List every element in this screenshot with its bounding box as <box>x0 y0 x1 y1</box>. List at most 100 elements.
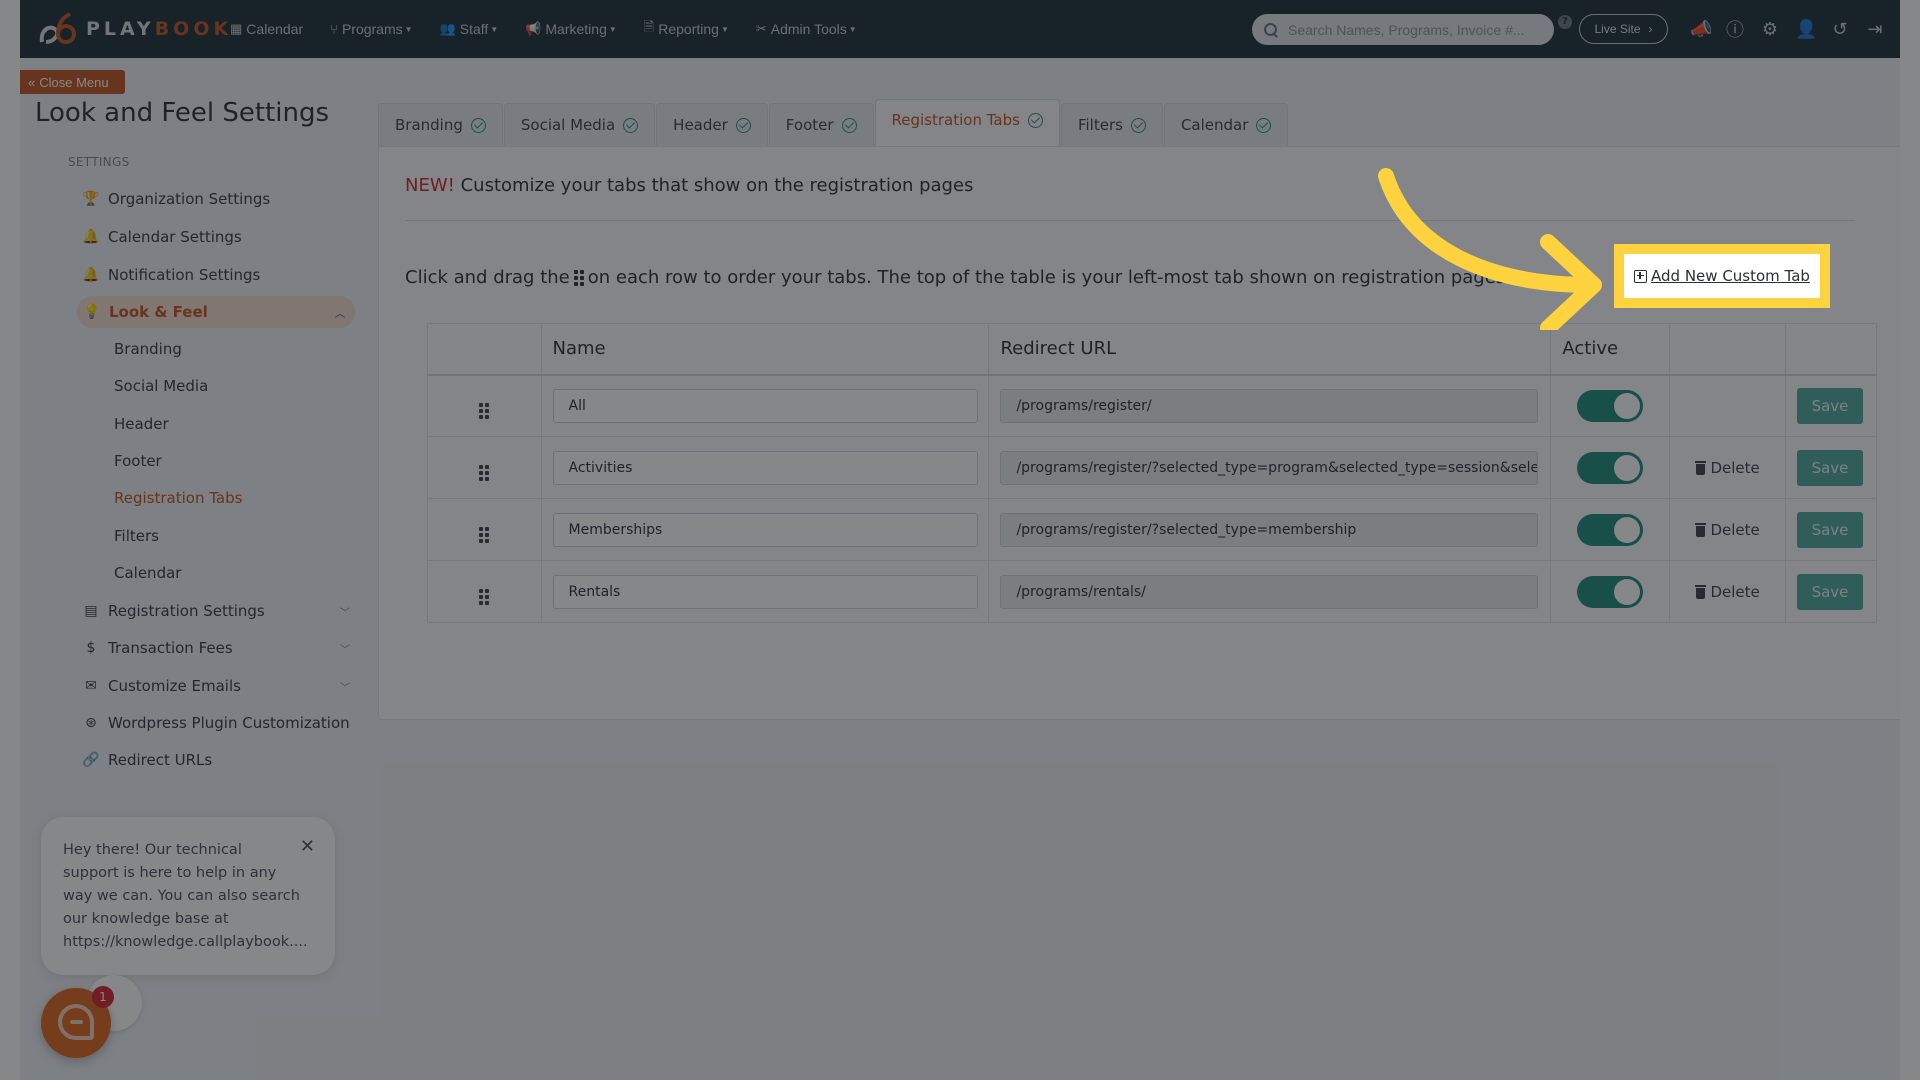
nav-calendar[interactable]: ▦ Calendar <box>230 21 303 37</box>
tab-name-input[interactable] <box>552 388 978 423</box>
tools-icon: ✂ <box>755 21 767 36</box>
branch-icon: ⑂ <box>330 21 338 37</box>
help-icon[interactable]: ⓘ <box>1725 16 1745 42</box>
save-button[interactable]: Save <box>1797 449 1864 486</box>
drag-cell[interactable] <box>427 436 542 499</box>
save-button[interactable]: Save <box>1797 573 1864 610</box>
tab-name-input[interactable] <box>552 450 978 485</box>
check-circle-icon <box>623 117 639 133</box>
announcement-icon[interactable]: 📣 <box>1690 19 1712 40</box>
tab-footer[interactable]: Footer <box>768 103 874 146</box>
search-help-icon[interactable]: ? <box>1558 15 1572 29</box>
chevron-up-icon: ︿ <box>335 308 345 320</box>
live-site-button[interactable]: Live Site › <box>1579 14 1668 44</box>
delete-button[interactable]: Delete <box>1670 521 1785 539</box>
sidebar-item-transaction-fees[interactable]: $ Transaction Fees ﹀ <box>82 633 350 663</box>
active-toggle[interactable] <box>1577 451 1644 484</box>
drag-handle-icon[interactable] <box>479 402 490 419</box>
trash-icon <box>1695 522 1707 537</box>
redirect-url-field[interactable] <box>1000 388 1539 423</box>
column-header-name: Name <box>540 323 990 376</box>
tab-calendar[interactable]: Calendar <box>1163 103 1289 146</box>
nav-programs[interactable]: ⑂ Programs ▼ <box>330 21 412 37</box>
redirect-url-field[interactable] <box>1000 574 1539 609</box>
logout-icon[interactable]: ⇥ <box>1865 19 1885 40</box>
chevron-down-icon: ﹀ <box>340 607 350 619</box>
sidebar-subitem-footer[interactable]: Footer <box>114 452 162 470</box>
close-menu-button[interactable]: « Close Menu <box>20 70 125 94</box>
sidebar-item-customize-emails[interactable]: ✉ Customize Emails ﹀ <box>82 671 350 701</box>
nav-marketing[interactable]: 📢 Marketing ▼ <box>525 21 617 37</box>
support-chat-message[interactable]: Hey there! Our technical support is here… <box>41 817 335 975</box>
sidebar-item-calendar-settings[interactable]: 🔔 Calendar Settings <box>82 222 241 252</box>
redirect-url-field[interactable] <box>1000 450 1539 485</box>
sidebar-subitem-calendar[interactable]: Calendar <box>114 564 181 582</box>
column-header-drag <box>427 323 542 376</box>
drag-cell[interactable] <box>427 498 542 561</box>
header-actions: 📣 ⓘ ⚙ 👤 ↺ ⇥ <box>1690 0 1885 58</box>
gear-icon[interactable]: ⚙ <box>1760 19 1780 40</box>
close-icon[interactable]: ✕ <box>300 835 315 858</box>
drag-handle-icon[interactable] <box>479 588 490 605</box>
save-button[interactable]: Save <box>1797 511 1864 548</box>
tab-social-media[interactable]: Social Media <box>503 103 656 146</box>
sidebar-item-redirect-urls[interactable]: 🔗 Redirect URLs <box>82 745 212 775</box>
drag-cell[interactable] <box>427 374 542 437</box>
history-icon[interactable]: ↺ <box>1830 19 1850 40</box>
tab-name-input[interactable] <box>552 574 978 609</box>
plus-square-icon <box>1634 269 1648 283</box>
active-toggle[interactable] <box>1577 575 1644 608</box>
sidebar-item-registration-settings[interactable]: ▤ Registration Settings ﹀ <box>82 596 350 626</box>
search-input[interactable] <box>1288 21 1538 38</box>
panel-heading: NEW! Customize your tabs that show on th… <box>405 175 974 196</box>
sidebar-item-look-and-feel[interactable]: 💡 Look & Feel ︿ <box>77 296 355 328</box>
lightbulb-icon: 💡 <box>83 304 101 320</box>
tab-filters[interactable]: Filters <box>1060 103 1163 146</box>
sidebar-subitem-social-media[interactable]: Social Media <box>114 377 208 395</box>
nav-staff[interactable]: 👥 Staff ▼ <box>440 21 499 37</box>
nav-reporting[interactable]: 🗎 Reporting ▼ <box>644 18 729 40</box>
chevron-down-icon: ▼ <box>720 24 729 34</box>
table-row: Delete Save <box>427 498 1877 561</box>
users-icon: 👥 <box>439 21 456 36</box>
chevron-down-icon: ▼ <box>404 24 413 34</box>
save-button[interactable]: Save <box>1797 387 1864 424</box>
divider <box>405 220 1855 221</box>
playbook-logo[interactable]: PLAYBOOK <box>36 12 232 46</box>
add-user-icon[interactable]: 👤 <box>1795 19 1817 40</box>
drag-cell[interactable] <box>427 560 542 623</box>
sidebar-item-wordpress-plugin[interactable]: ⊛ Wordpress Plugin Customization <box>82 708 350 738</box>
settings-tabs: Branding Social Media Header Footer Regi… <box>378 99 1289 146</box>
active-toggle[interactable] <box>1577 389 1644 422</box>
form-icon: ▤ <box>84 603 98 619</box>
sidebar-subitem-branding[interactable]: Branding <box>114 340 182 358</box>
check-circle-icon <box>1130 117 1146 133</box>
trash-icon <box>1695 584 1707 599</box>
global-search[interactable] <box>1252 14 1554 45</box>
tab-registration-tabs[interactable]: Registration Tabs <box>874 99 1060 146</box>
delete-button[interactable]: Delete <box>1670 459 1785 477</box>
bell-icon: 🔔 <box>82 229 100 245</box>
sidebar-subitem-filters[interactable]: Filters <box>114 527 159 545</box>
logo-mark-icon <box>39 12 76 44</box>
redirect-url-field[interactable] <box>1000 512 1539 547</box>
delete-button[interactable]: Delete <box>1670 583 1785 601</box>
chevron-down-icon: ﹀ <box>340 682 350 694</box>
column-header-active: Active <box>1550 323 1671 376</box>
drag-handle-icon[interactable] <box>479 464 490 481</box>
sidebar-subitem-registration-tabs[interactable]: Registration Tabs <box>114 489 242 507</box>
tab-header[interactable]: Header <box>656 103 768 146</box>
highlighted-add-new-custom-tab-button[interactable]: Add New Custom Tab <box>1624 254 1820 298</box>
sidebar-item-notification-settings[interactable]: 🔔 Notification Settings <box>82 260 260 290</box>
registration-tabs-table: Name Redirect URL Active Save <box>427 323 1877 623</box>
nav-admin-tools[interactable]: ✂ Admin Tools ▼ <box>756 21 857 37</box>
bell-icon: 🔔 <box>82 267 100 283</box>
sidebar-item-organization-settings[interactable]: 🏆 Organization Settings <box>82 184 270 214</box>
active-toggle[interactable] <box>1577 513 1644 546</box>
sidebar-subitem-header[interactable]: Header <box>114 415 169 433</box>
tab-branding[interactable]: Branding <box>378 103 503 146</box>
column-header-delete <box>1669 323 1787 376</box>
table-row: Save <box>427 374 1877 437</box>
tab-name-input[interactable] <box>552 512 978 547</box>
drag-handle-icon[interactable] <box>479 526 490 543</box>
